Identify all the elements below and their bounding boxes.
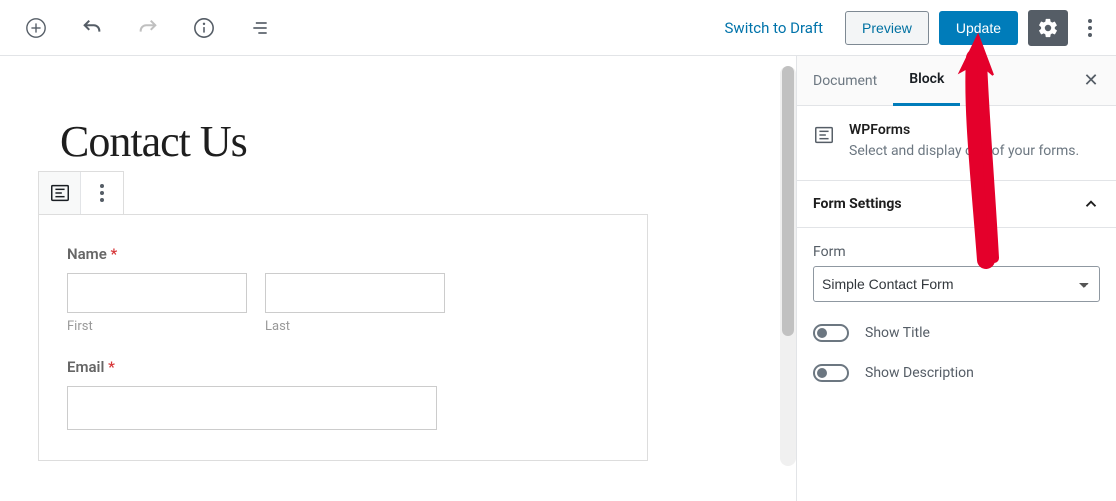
more-menu-button[interactable] (1078, 11, 1102, 45)
form-settings-header[interactable]: Form Settings (797, 181, 1116, 228)
block-toolbar (38, 171, 124, 215)
block-info-title: WPForms (849, 122, 1079, 138)
outline-button[interactable] (242, 10, 278, 46)
name-field-label: Name * (67, 245, 619, 263)
scrollbar-thumb[interactable] (782, 66, 794, 336)
redo-button (130, 10, 166, 46)
sidebar-tabs: Document Block ✕ (797, 56, 1116, 106)
block-info-desc: Select and display one of your forms. (849, 142, 1079, 162)
close-sidebar-button[interactable]: ✕ (1066, 70, 1116, 91)
preview-button[interactable]: Preview (845, 11, 929, 45)
editor-scrollbar[interactable] (780, 66, 796, 466)
block-info-panel: WPForms Select and display one of your f… (797, 106, 1116, 181)
editor-canvas: Contact Us Name * First Last (0, 56, 796, 501)
settings-sidebar: Document Block ✕ WPForms Select and disp… (796, 56, 1116, 501)
last-name-input[interactable] (265, 273, 445, 313)
undo-button[interactable] (74, 10, 110, 46)
settings-gear-button[interactable] (1028, 10, 1068, 46)
left-tools (8, 10, 278, 46)
show-description-toggle[interactable] (813, 364, 849, 382)
first-name-input[interactable] (67, 273, 247, 313)
last-name-sublabel: Last (265, 319, 445, 334)
page-title[interactable]: Contact Us (60, 116, 796, 167)
form-select-label: Form (813, 244, 1100, 260)
block-type-icon[interactable] (39, 172, 81, 214)
form-preview-block[interactable]: Name * First Last Email * (38, 214, 648, 461)
email-input[interactable] (67, 386, 437, 430)
form-select[interactable]: Simple Contact Form (813, 266, 1100, 302)
right-tools: Switch to Draft Preview Update (713, 10, 1108, 46)
wpforms-icon (813, 122, 835, 162)
top-toolbar: Switch to Draft Preview Update (0, 0, 1116, 56)
tab-document[interactable]: Document (797, 56, 893, 106)
block-more-button[interactable] (81, 172, 123, 214)
show-description-label: Show Description (865, 365, 974, 381)
chevron-up-icon (1082, 195, 1100, 213)
tab-block[interactable]: Block (893, 56, 960, 106)
update-button[interactable]: Update (939, 11, 1018, 45)
main-area: Contact Us Name * First Last (0, 56, 1116, 501)
email-field-label: Email * (67, 358, 619, 376)
add-block-button[interactable] (18, 10, 54, 46)
form-settings-body: Form Simple Contact Form Show Title Show… (797, 228, 1116, 398)
switch-to-draft-link[interactable]: Switch to Draft (713, 19, 836, 37)
show-title-toggle[interactable] (813, 324, 849, 342)
show-title-label: Show Title (865, 325, 930, 341)
info-button[interactable] (186, 10, 222, 46)
first-name-sublabel: First (67, 319, 247, 334)
